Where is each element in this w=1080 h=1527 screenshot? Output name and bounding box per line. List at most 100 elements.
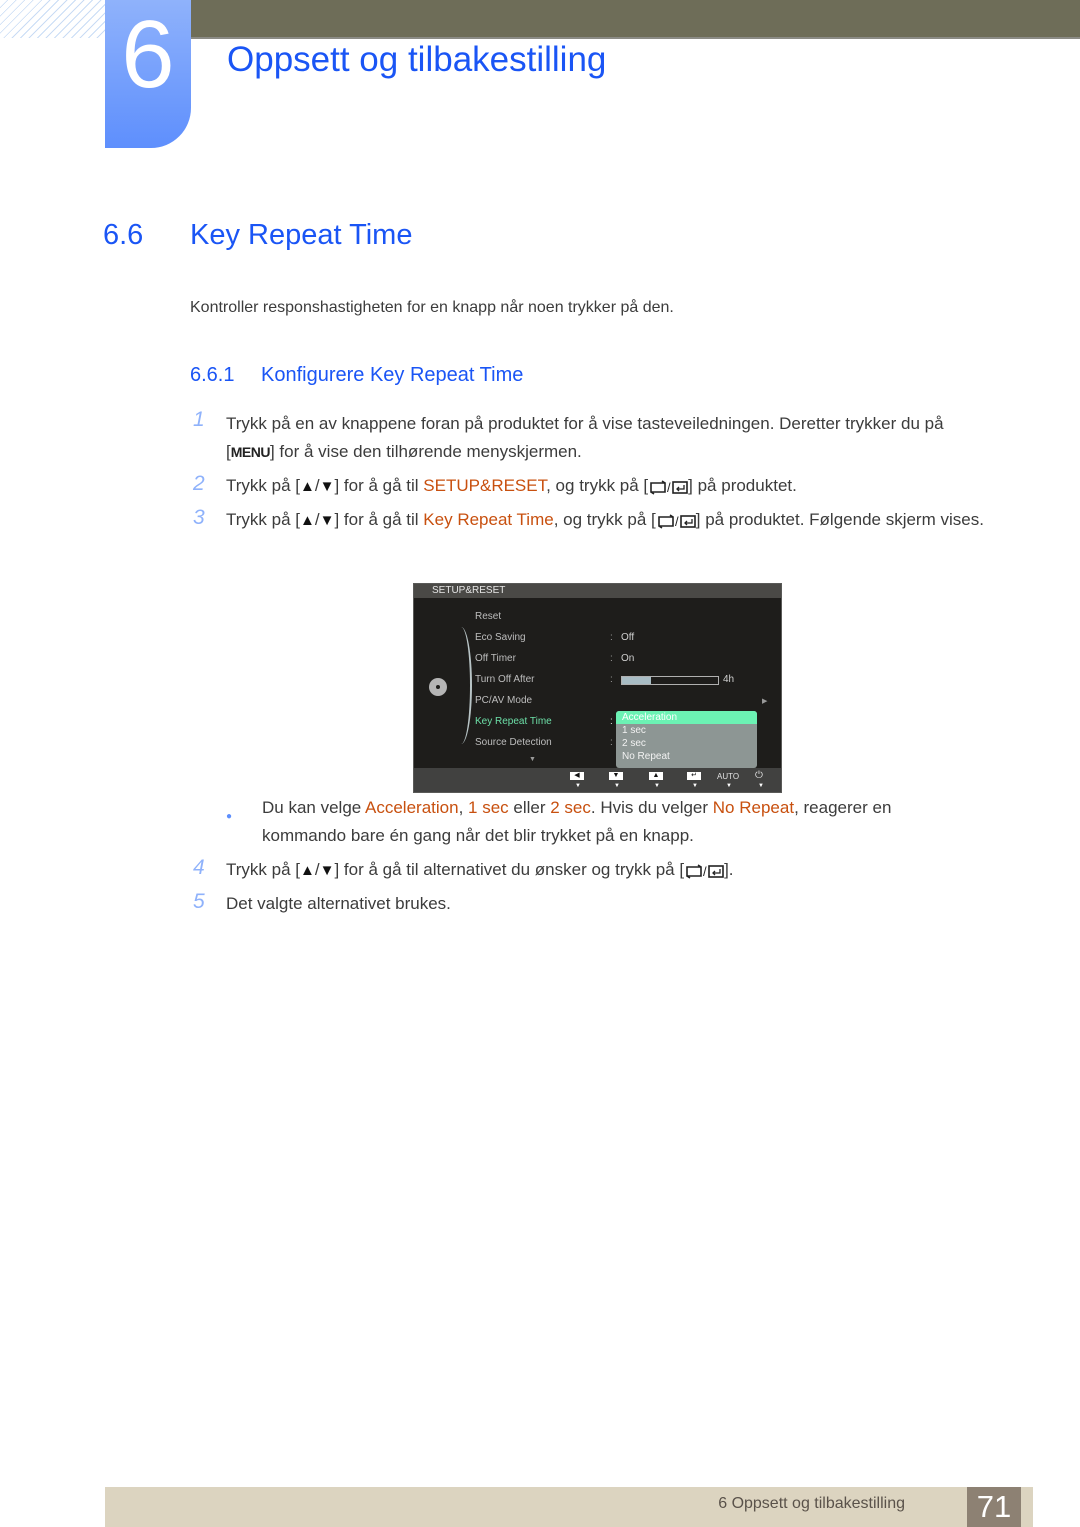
- osd-item-eco-saving[interactable]: Eco Saving: [475, 632, 526, 643]
- step-text: ] for å gå til: [334, 476, 419, 495]
- section-title: Key Repeat Time: [190, 219, 413, 251]
- up-arrow-icon: ▲: [300, 862, 315, 879]
- osd-item-source-detection[interactable]: Source Detection: [475, 737, 552, 748]
- auto-button[interactable]: AUTO: [717, 772, 739, 781]
- osd-value-turn-off-after: 4h: [723, 674, 735, 685]
- chapter-header-bar: [190, 0, 1080, 39]
- step-text: ] for å gå til: [334, 510, 419, 529]
- section-intro: Kontroller responshastigheten for en kna…: [190, 299, 674, 316]
- chapter-number-tab: 6: [105, 0, 191, 148]
- down-arrow-icon: ▼: [319, 478, 335, 495]
- note-text: Du kan velge Acceleration, 1 sec eller 2…: [262, 794, 962, 850]
- osd-colon: :: [610, 716, 613, 727]
- down-arrow-icon[interactable]: ▼: [609, 772, 623, 780]
- note-span: ,: [458, 798, 469, 817]
- osd-item-reset[interactable]: Reset: [475, 611, 501, 622]
- step-text: Trykk på en av knappene foran på produkt…: [226, 414, 944, 433]
- note-span: . Hvis du velger: [590, 798, 713, 817]
- gear-icon: [429, 678, 447, 696]
- subsection-title: Konfigurere Key Repeat Time: [261, 364, 524, 386]
- up-arrow-icon: ▲: [300, 512, 315, 529]
- left-arrow-icon[interactable]: ◀: [570, 772, 584, 780]
- menu-key-label: MENU: [230, 444, 271, 460]
- down-arrow-icon: ▼: [319, 862, 335, 879]
- button-marker: ▼: [614, 783, 620, 789]
- chapter-number: 6: [121, 1, 175, 108]
- osd-colon: :: [610, 674, 613, 685]
- step-number: 4: [193, 856, 205, 879]
- svg-text:/: /: [675, 514, 679, 529]
- enter-icon[interactable]: ↵: [687, 772, 701, 780]
- osd-colon: :: [610, 632, 613, 643]
- svg-text:/: /: [667, 480, 671, 495]
- step-2: Trykk på [▲ / ▼] for å gå til SETUP&RESET,…: [226, 472, 1016, 501]
- step-5: Det valgte alternativet brukes.: [226, 890, 1016, 918]
- up-arrow-icon[interactable]: ▲: [649, 772, 663, 780]
- scroll-down-icon: ▼: [529, 756, 536, 763]
- down-arrow-icon: ▼: [319, 512, 335, 529]
- subsection-number: 6.6.1: [190, 364, 235, 386]
- step-text: Trykk på [: [226, 476, 300, 495]
- highlight-setup-reset: SETUP&RESET: [423, 476, 547, 495]
- note-span: Du kan velge: [262, 798, 366, 817]
- osd-title: SETUP&RESET: [414, 584, 781, 598]
- step-number: 2: [193, 472, 205, 495]
- step-text: Trykk på [: [226, 860, 300, 879]
- highlight-acceleration: Acceleration: [365, 798, 459, 817]
- section-number: 6.6: [103, 219, 144, 251]
- option-acceleration[interactable]: Acceleration: [616, 711, 757, 724]
- step-text: , og trykk på [: [546, 476, 649, 495]
- highlight-2-sec: 2 sec: [550, 798, 591, 817]
- osd-value-off-timer: On: [621, 653, 635, 664]
- source-enter-icon: /: [650, 480, 688, 495]
- step-text: ] på produktet.: [688, 476, 797, 495]
- key-repeat-dropdown[interactable]: Acceleration 1 sec 2 sec No Repeat: [616, 711, 757, 768]
- osd-turn-off-after-slider[interactable]: [621, 676, 719, 685]
- button-marker: ▼: [692, 783, 698, 789]
- osd-colon: :: [610, 737, 613, 748]
- option-2-sec[interactable]: 2 sec: [616, 737, 757, 750]
- osd-slider-fill: [622, 677, 651, 684]
- svg-text:/: /: [703, 864, 707, 879]
- footer-chapter-label: 6 Oppsett og tilbakestilling: [718, 1495, 905, 1512]
- step-text: Trykk på [: [226, 510, 300, 529]
- osd-value-eco-saving: Off: [621, 632, 635, 643]
- osd-item-off-timer[interactable]: Off Timer: [475, 653, 516, 664]
- highlight-key-repeat-time: Key Repeat Time: [423, 510, 554, 529]
- highlight-no-repeat: No Repeat: [712, 798, 795, 817]
- power-icon[interactable]: ⏻: [755, 770, 763, 781]
- decorative-hatch: [0, 0, 105, 38]
- option-1-sec[interactable]: 1 sec: [616, 724, 757, 737]
- step-text: for å vise den tilhørende menyskjermen.: [279, 442, 582, 461]
- osd-arc-decoration: [454, 627, 472, 744]
- submenu-arrow-icon: ▶: [762, 698, 768, 705]
- button-marker: ▼: [758, 783, 764, 789]
- osd-item-key-repeat-time[interactable]: Key Repeat Time: [475, 716, 552, 727]
- source-enter-icon: /: [657, 514, 696, 529]
- step-text: ].: [724, 860, 734, 879]
- step-1: Trykk på en av knappene foran på produkt…: [226, 414, 944, 461]
- step-text: Det valgte alternativet brukes.: [226, 894, 451, 913]
- page-number: 71: [967, 1487, 1021, 1527]
- page-footer: 6 Oppsett og tilbakestilling 71: [105, 1487, 1033, 1527]
- button-marker: ▼: [654, 783, 660, 789]
- source-enter-icon: /: [686, 864, 724, 879]
- osd-colon: :: [610, 653, 613, 664]
- highlight-1-sec: 1 sec: [468, 798, 509, 817]
- note-span: eller: [508, 798, 551, 817]
- osd-button-guide: ◀ ▼ ▼ ▼ ▲ ▼ ↵ ▼ AUTO ▼ ⏻ ▼: [414, 768, 781, 792]
- chapter-title: Oppsett og tilbakestilling: [227, 40, 607, 79]
- step-text: ] på produktet. Følgende skjerm vises.: [695, 510, 984, 529]
- osd-item-pc-av-mode[interactable]: PC/AV Mode: [475, 695, 532, 706]
- step-number: 3: [193, 506, 205, 529]
- step-text: ] for å gå til alternativet du ønsker og…: [334, 860, 685, 879]
- osd-menu-screen: SETUP&RESET Reset Eco Saving : Off Off T…: [413, 583, 782, 793]
- step-3: Trykk på [▲ / ▼] for å gå til Key Repeat T…: [226, 506, 1016, 535]
- step-number: 1: [193, 408, 205, 431]
- button-marker: ▼: [726, 783, 732, 789]
- option-no-repeat[interactable]: No Repeat: [616, 750, 757, 763]
- osd-item-turn-off-after[interactable]: Turn Off After: [475, 674, 534, 685]
- bullet-icon: ●: [226, 811, 233, 822]
- step-4: Trykk på [▲ / ▼] for å gå til alternativet…: [226, 856, 1016, 885]
- button-marker: ▼: [575, 783, 581, 789]
